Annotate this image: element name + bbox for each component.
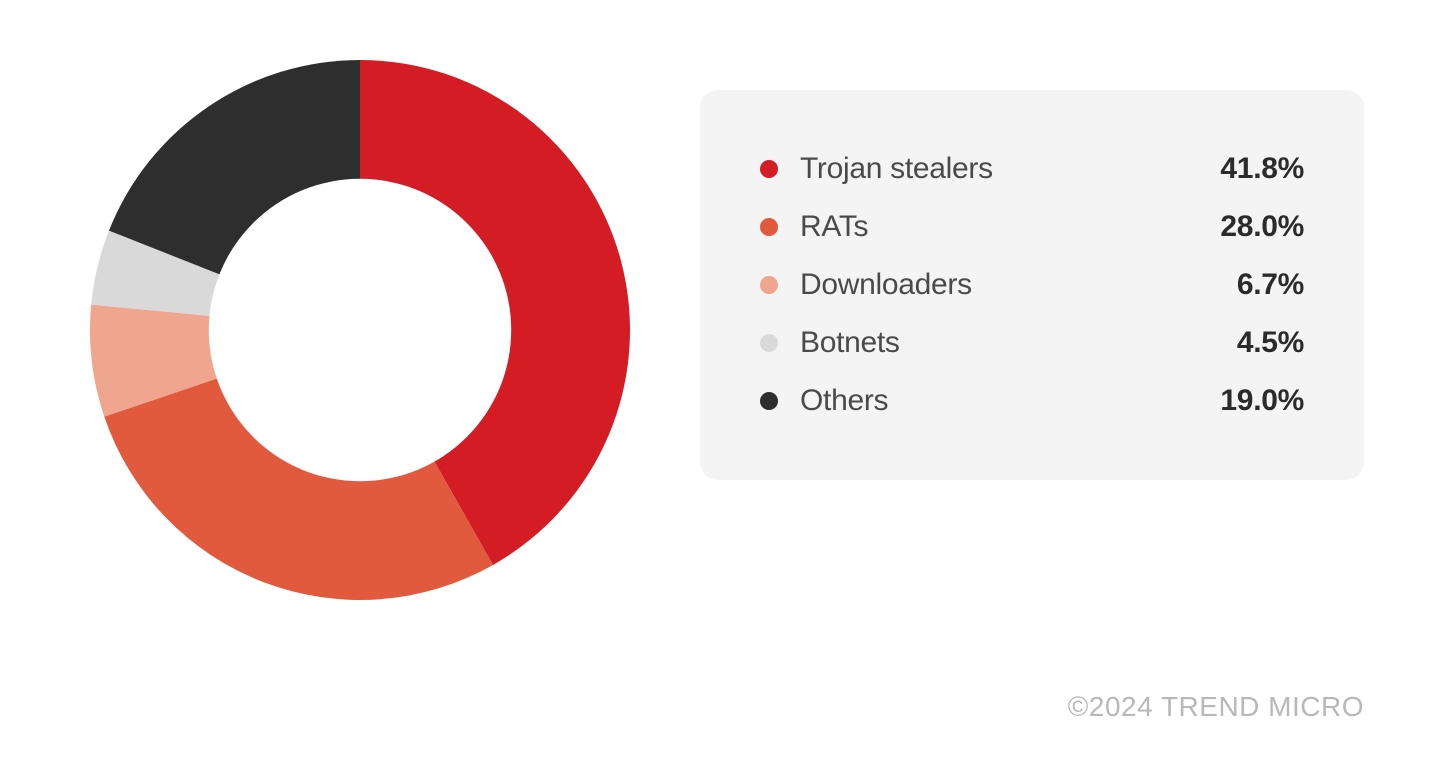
legend-row: Downloaders 6.7% [760, 256, 1304, 314]
legend-dot-icon [760, 334, 778, 352]
legend-label: Others [800, 386, 888, 416]
legend-row: Others 19.0% [760, 372, 1304, 430]
legend-row: RATs 28.0% [760, 198, 1304, 256]
donut-hole [209, 179, 511, 481]
legend-left: Downloaders [760, 270, 972, 300]
legend-dot-icon [760, 160, 778, 178]
legend-value: 6.7% [1237, 270, 1304, 300]
legend-dot-icon [760, 218, 778, 236]
legend-left: RATs [760, 212, 868, 242]
copyright-text: ©2024 TREND MICRO [1068, 691, 1364, 723]
legend-value: 19.0% [1220, 386, 1304, 416]
legend-card: Trojan stealers 41.8% RATs 28.0% Downloaders… [700, 90, 1364, 480]
legend-left: Botnets [760, 328, 900, 358]
legend-label: Trojan stealers [800, 154, 993, 184]
legend-row: Botnets 4.5% [760, 314, 1304, 372]
legend-value: 4.5% [1237, 328, 1304, 358]
legend-dot-icon [760, 276, 778, 294]
legend-value: 41.8% [1220, 154, 1304, 184]
legend-row: Trojan stealers 41.8% [760, 140, 1304, 198]
legend-left: Others [760, 386, 888, 416]
donut-svg [90, 60, 630, 600]
legend-label: RATs [800, 212, 868, 242]
chart-container: Trojan stealers 41.8% RATs 28.0% Downloaders… [0, 0, 1454, 600]
legend-left: Trojan stealers [760, 154, 993, 184]
legend-value: 28.0% [1220, 212, 1304, 242]
legend-dot-icon [760, 392, 778, 410]
donut-chart [90, 60, 630, 600]
legend-label: Botnets [800, 328, 900, 358]
legend-label: Downloaders [800, 270, 972, 300]
